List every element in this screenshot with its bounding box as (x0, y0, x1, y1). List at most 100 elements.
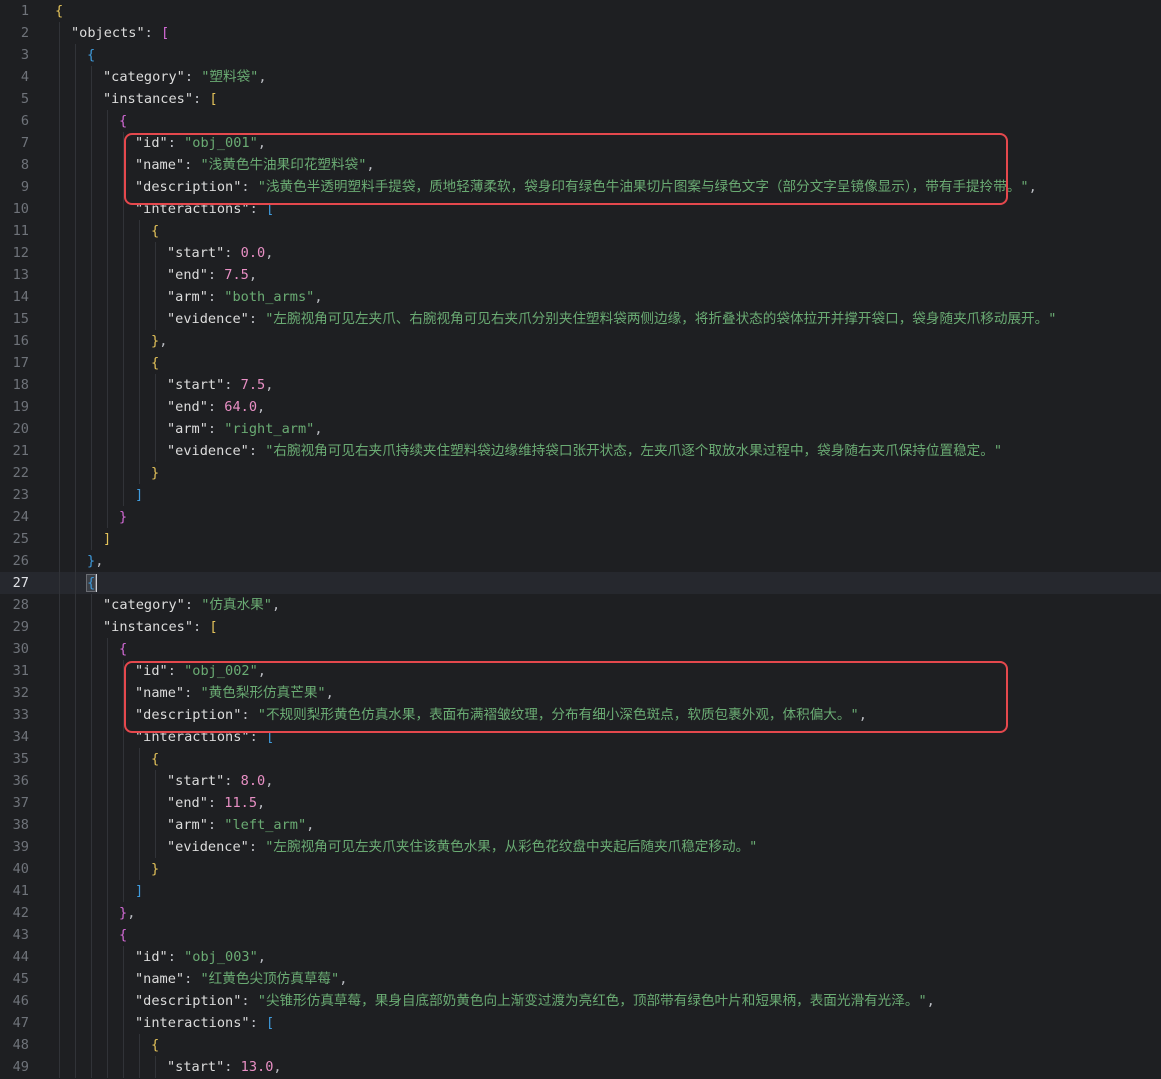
indent-guide (59, 1034, 60, 1056)
code-line[interactable]: 37 "end": 11.5, (0, 792, 1161, 814)
num-token: 13.0 (240, 1059, 274, 1075)
code-line[interactable]: 23] (0, 484, 1161, 506)
code-line[interactable]: 38 "arm": "left_arm", (0, 814, 1161, 836)
indent-guide (91, 330, 92, 352)
indent-guide (107, 418, 108, 440)
num-token: 11.5 (224, 795, 258, 811)
code-line[interactable]: 18 "start": 7.5, (0, 374, 1161, 396)
code-line[interactable]: 34 "interactions": [ (0, 726, 1161, 748)
line-number: 11 (12, 223, 29, 239)
punc-token: : (184, 971, 201, 987)
indent-guide (123, 770, 124, 792)
code-line[interactable]: 29 "instances": [ (0, 616, 1161, 638)
code-line[interactable]: 10 "interactions": [ (0, 198, 1161, 220)
line-number: 37 (12, 795, 29, 811)
code-line[interactable]: 5 "instances": [ (0, 88, 1161, 110)
bracket-token: { (119, 113, 128, 129)
code-line[interactable]: 7 "id": "obj_001", (0, 132, 1161, 154)
code-line[interactable]: 19 "end": 64.0, (0, 396, 1161, 418)
code-line[interactable]: 8 "name": "浅黄色牛油果印花塑料袋", (0, 154, 1161, 176)
code-line[interactable]: 31 "id": "obj_002", (0, 660, 1161, 682)
code-line[interactable]: 44 "id": "obj_003", (0, 946, 1161, 968)
indent-guide (59, 660, 60, 682)
indent-guide (59, 352, 60, 374)
str-token: "浅黄色半透明塑料手提袋，质地轻薄柔软，袋身印有绿色牛油果切片图案与绿色文字（部… (257, 179, 1029, 195)
code-line[interactable]: 20 "arm": "right_arm", (0, 418, 1161, 440)
key-token: "description" (135, 707, 242, 723)
indent-guide (155, 1056, 156, 1078)
code-text: } (151, 858, 159, 880)
code-line[interactable]: 24} (0, 506, 1161, 528)
code-line[interactable]: 6{ (0, 110, 1161, 132)
key-token: "id" (135, 949, 168, 965)
line-number: 29 (12, 619, 29, 635)
code-line[interactable]: 12 "start": 0.0, (0, 242, 1161, 264)
indent-guide (155, 814, 156, 836)
code-line[interactable]: 32 "name": "黄色梨形仿真芒果", (0, 682, 1161, 704)
code-line[interactable]: 33 "description": "不规则梨形黄色仿真水果，表面布满褶皱纹理，分… (0, 704, 1161, 726)
code-line[interactable]: 28 "category": "仿真水果", (0, 594, 1161, 616)
str-token: "obj_003" (184, 949, 258, 965)
code-line[interactable]: 43 { (0, 924, 1161, 946)
code-line[interactable]: 42}, (0, 902, 1161, 924)
line-number: 13 (12, 267, 29, 283)
key-token: "end" (167, 399, 208, 415)
key-token: "name" (135, 157, 185, 173)
line-number: 30 (12, 641, 29, 657)
code-text: "id": "obj_001", (135, 132, 266, 154)
code-line[interactable]: 16}, (0, 330, 1161, 352)
indent-guide (59, 1056, 60, 1078)
code-line[interactable]: 11 { (0, 220, 1161, 242)
line-number: 25 (12, 531, 29, 547)
code-line[interactable]: 14 "arm": "both_arms", (0, 286, 1161, 308)
code-line[interactable]: 27 { (0, 572, 1161, 594)
punc-token: , (271, 597, 281, 613)
indent-guide (75, 880, 76, 902)
code-line[interactable]: 2 "objects": [ (0, 22, 1161, 44)
code-line[interactable]: 15 "evidence": "左腕视角可见左夹爪、右腕视角可见右夹爪分别夹住塑料… (0, 308, 1161, 330)
indent-guide (123, 132, 124, 154)
code-line[interactable]: 9 "description": "浅黄色半透明塑料手提袋，质地轻薄柔软，袋身印有… (0, 176, 1161, 198)
code-text: "start": 0.0, (167, 242, 273, 264)
punc-token: , (306, 817, 315, 833)
code-line[interactable]: 40} (0, 858, 1161, 880)
code-line[interactable]: 4 "category": "塑料袋", (0, 66, 1161, 88)
code-line[interactable]: 41] (0, 880, 1161, 902)
code-line[interactable]: 46 "description": "尖锥形仿真草莓，果身自底部奶黄色向上渐变过渡… (0, 990, 1161, 1012)
code-line[interactable]: 30 { (0, 638, 1161, 660)
code-line[interactable]: 22} (0, 462, 1161, 484)
indent-guide (59, 748, 60, 770)
indent-guide (59, 946, 60, 968)
code-line[interactable]: 25] (0, 528, 1161, 550)
punc-token: : (207, 289, 225, 305)
line-number: 39 (12, 839, 29, 855)
code-line[interactable]: 49 "start": 13.0, (0, 1056, 1161, 1078)
indent-guide (75, 1012, 76, 1034)
indent-guide (107, 374, 108, 396)
code-line[interactable]: 36 "start": 8.0, (0, 770, 1161, 792)
code-line[interactable]: 1{ (0, 0, 1161, 22)
line-number: 48 (12, 1037, 29, 1053)
code-line[interactable]: 48 { (0, 1034, 1161, 1056)
line-number: 20 (12, 421, 29, 437)
indent-guide (75, 308, 76, 330)
code-text: "objects": [ (71, 22, 169, 44)
code-line[interactable]: 45 "name": "红黄色尖顶仿真草莓", (0, 968, 1161, 990)
code-line[interactable]: 47 "interactions": [ (0, 1012, 1161, 1034)
code-line[interactable]: 3{ (0, 44, 1161, 66)
code-line[interactable]: 13 "end": 7.5, (0, 264, 1161, 286)
code-line[interactable]: 35 { (0, 748, 1161, 770)
code-line[interactable]: 39 "evidence": "左腕视角可见左夹爪夹住该黄色水果，从彩色花纹盘中夹… (0, 836, 1161, 858)
key-token: "category" (103, 597, 185, 613)
indent-guide (123, 990, 124, 1012)
code-text: { (151, 1034, 159, 1056)
indent-guide (91, 110, 92, 132)
indent-guide (59, 792, 60, 814)
code-text: ] (135, 880, 143, 902)
punc-token: : (224, 377, 241, 393)
code-line[interactable]: 17 { (0, 352, 1161, 374)
code-line[interactable]: 26}, (0, 550, 1161, 572)
code-editor[interactable]: 1{2 "objects": [3{4 "category": "塑料袋", 5 "in… (0, 0, 1161, 1079)
code-line[interactable]: 21 "evidence": "右腕视角可见右夹爪持续夹住塑料袋边缘维持袋口张开状… (0, 440, 1161, 462)
bracket-token: ] (135, 487, 144, 503)
